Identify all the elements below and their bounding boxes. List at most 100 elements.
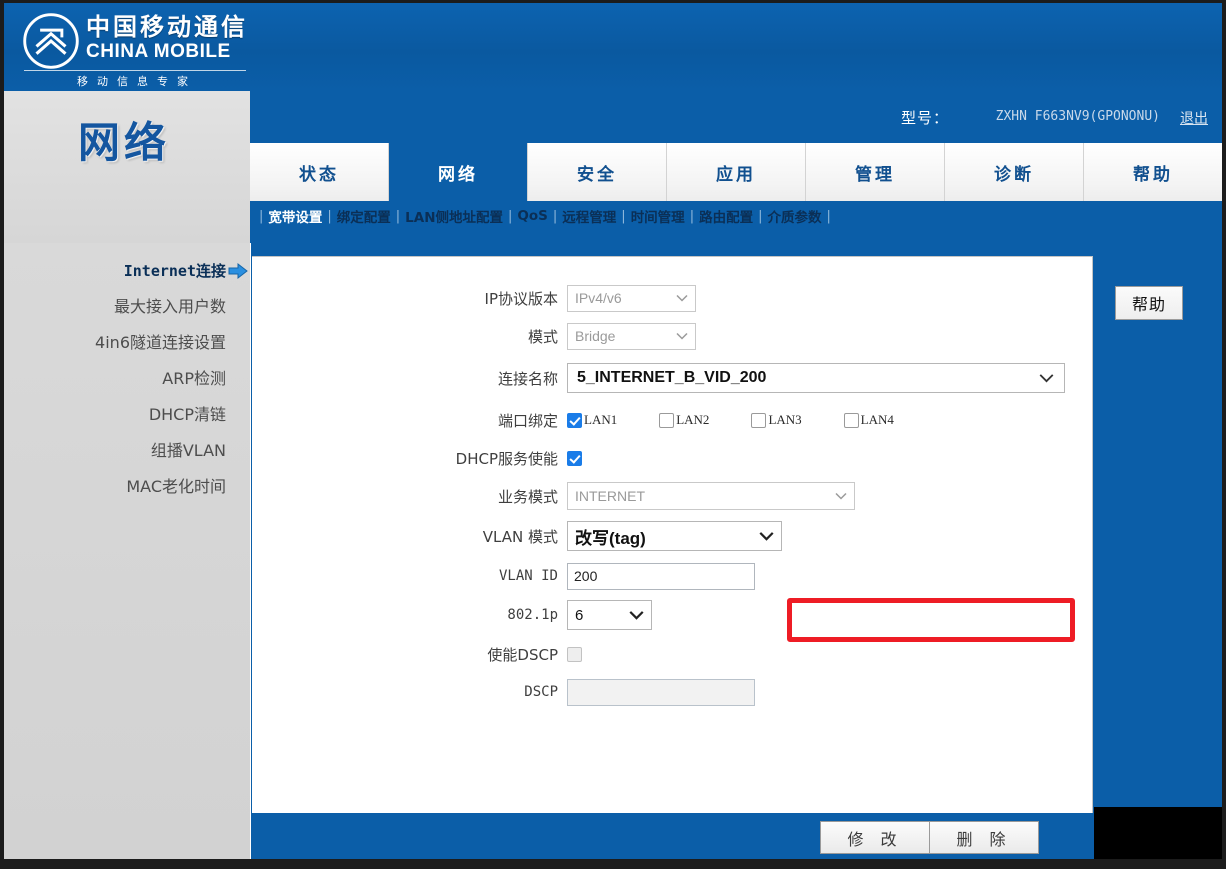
mode-value: Bridge (575, 328, 616, 344)
subnav-item-route-config[interactable]: 路由配置 (699, 206, 753, 226)
chevron-down-icon (676, 332, 688, 340)
logout-link[interactable]: 退出 (1180, 108, 1208, 128)
subnav-item-qos[interactable]: QoS (517, 208, 547, 224)
chevron-down-icon (1039, 374, 1054, 383)
sub-navigation: | 宽带设置 | 绑定配置 | LAN侧地址配置 | QoS | 远程管理 | … (250, 201, 1222, 231)
port-lan2-checkbox[interactable] (659, 412, 675, 428)
vlan-id-input[interactable]: 200 (567, 562, 755, 590)
tab-status[interactable]: 状态 (250, 143, 389, 201)
row-vlan-mode: VLAN 模式 改写(tag) (252, 515, 1092, 557)
ip-version-label: IP协议版本 (484, 289, 558, 308)
vlan-id-label: VLAN ID (498, 568, 558, 584)
enable-dscp-label: 使能DSCP (487, 645, 558, 664)
tab-diagnostics[interactable]: 诊断 (945, 143, 1084, 201)
row-dscp: DSCP (252, 673, 1092, 711)
connection-name-select[interactable]: 5_INTERNET_B_VID_200 (567, 363, 1065, 393)
tab-management[interactable]: 管理 (806, 143, 945, 201)
vlan-id-value: 200 (574, 568, 598, 584)
chevron-down-icon (759, 532, 774, 541)
port-lan3[interactable]: LAN3 (751, 412, 802, 428)
tab-network[interactable]: 网络 (389, 143, 528, 201)
brand-header: 中国移动通信 CHINA MOBILE 移动信息专家 (4, 3, 1222, 91)
internet-connection-form: IP协议版本 IPv4/v6 模式 Bridge 连接名称 5_INTERNET… (252, 257, 1092, 711)
service-mode-value: INTERNET (575, 488, 645, 504)
subnav-item-remote-management[interactable]: 远程管理 (562, 206, 616, 226)
navigation-band: 网络 型号： ZXHN F663NV9(GPONONU) 退出 状态 网络 安全… (4, 91, 1222, 243)
brand-logo-block: 中国移动通信 CHINA MOBILE 移动信息专家 (18, 7, 250, 89)
chevron-down-icon (676, 294, 688, 302)
row-connection-name: 连接名称 5_INTERNET_B_VID_200 (252, 355, 1092, 401)
port-lan4-checkbox[interactable] (843, 412, 859, 428)
enable-dscp-checkbox[interactable] (567, 646, 582, 662)
subnav-item-time-management[interactable]: 时间管理 (631, 206, 685, 226)
dhcp-service-checkbox[interactable] (567, 450, 582, 466)
subnav-item-lan-address[interactable]: LAN侧地址配置 (405, 206, 503, 226)
brand-name-cn: 中国移动通信 (86, 13, 248, 41)
delete-button[interactable]: 删 除 (930, 821, 1039, 854)
port-binding-group: LAN1 LAN2 LAN3 LAN4 (567, 412, 894, 428)
port-lan2[interactable]: LAN2 (659, 412, 709, 428)
subnav-item-binding[interactable]: 绑定配置 (337, 206, 391, 226)
vlan-mode-value: 改写(tag) (575, 528, 646, 548)
model-value: ZXHN F663NV9(GPONONU) (995, 109, 1160, 124)
subnav-item-media-params[interactable]: 介质参数 (767, 206, 821, 226)
brand-divider (24, 70, 246, 71)
ip-version-select[interactable]: IPv4/v6 (567, 284, 696, 312)
subnav-separator: | (758, 208, 763, 224)
settings-panel: IP协议版本 IPv4/v6 模式 Bridge 连接名称 5_INTERNET… (252, 256, 1093, 815)
sidebar-item-mac-aging-time[interactable]: MAC老化时间 (4, 469, 250, 505)
port-lan1[interactable]: LAN1 (567, 412, 617, 428)
port-lan1-checkbox[interactable] (567, 412, 582, 428)
vlan-mode-select[interactable]: 改写(tag) (567, 521, 782, 551)
port-lan3-checkbox[interactable] (751, 412, 767, 428)
tab-help[interactable]: 帮助 (1084, 143, 1222, 201)
sidebar-item-multicast-vlan[interactable]: 组播VLAN (4, 433, 250, 469)
dhcp-service-label: DHCP服务使能 (455, 449, 558, 468)
footer-button-row: 修 改 删 除 (820, 821, 1039, 854)
page-title-panel: 网络 (4, 91, 250, 243)
china-mobile-logo-icon (23, 13, 79, 69)
form-footer: 修 改 删 除 (252, 813, 1222, 859)
sidebar-item-dhcp-clear[interactable]: DHCP清链 (4, 397, 250, 433)
sidebar-item-internet-connection[interactable]: Internet连接 (4, 253, 250, 289)
dot1p-label: 802.1p (507, 607, 558, 623)
connection-name-label: 连接名称 (497, 369, 558, 388)
sidebar-item-4in6-tunnel[interactable]: 4in6隧道连接设置 (4, 325, 250, 361)
ip-version-value: IPv4/v6 (575, 290, 622, 306)
connection-name-value: 5_INTERNET_B_VID_200 (577, 369, 767, 386)
tab-security[interactable]: 安全 (528, 143, 667, 201)
brand-logo-text: 中国移动通信 CHINA MOBILE (86, 13, 248, 63)
modify-button[interactable]: 修 改 (820, 821, 930, 854)
dot1p-value: 6 (575, 606, 584, 624)
model-label: 型号： (900, 109, 949, 127)
main-content: IP协议版本 IPv4/v6 模式 Bridge 连接名称 5_INTERNET… (251, 243, 1222, 859)
port-lan4[interactable]: LAN4 (843, 412, 894, 428)
subnav-underline (250, 231, 1222, 243)
sidebar-item-label: Internet连接 (123, 262, 226, 280)
sidebar-item-max-users[interactable]: 最大接入用户数 (4, 289, 250, 325)
main-tabs: 状态 网络 安全 应用 管理 诊断 帮助 (250, 143, 1222, 201)
port-lan2-label: LAN2 (676, 412, 710, 427)
sidebar-item-arp-detection[interactable]: ARP检测 (4, 361, 250, 397)
service-mode-label: 业务模式 (497, 487, 558, 506)
subnav-separator: | (552, 208, 558, 224)
mode-select[interactable]: Bridge (567, 322, 696, 350)
vlan-mode-label: VLAN 模式 (482, 527, 558, 546)
tab-application[interactable]: 应用 (667, 143, 806, 201)
row-dhcp-service: DHCP服务使能 (252, 439, 1092, 477)
row-port-binding: 端口绑定 LAN1 LAN2 LAN3 LAN4 (252, 401, 1092, 439)
row-enable-dscp: 使能DSCP (252, 635, 1092, 673)
subnav-item-broadband[interactable]: 宽带设置 (268, 206, 322, 226)
dscp-label: DSCP (524, 684, 558, 700)
dscp-input[interactable] (567, 678, 755, 706)
help-panel: 帮助 (1093, 256, 1222, 813)
sidebar: Internet连接 最大接入用户数 4in6隧道连接设置 ARP检测 DHCP… (4, 243, 250, 859)
dot1p-select[interactable]: 6 (567, 600, 652, 630)
row-vlan-id: VLAN ID 200 (252, 557, 1092, 595)
subnav-separator: | (259, 208, 264, 224)
help-button[interactable]: 帮助 (1115, 286, 1183, 320)
page-title: 网络 (77, 118, 170, 167)
service-mode-select[interactable]: INTERNET (567, 482, 855, 510)
arrow-right-icon (228, 262, 248, 280)
mode-label: 模式 (527, 327, 558, 346)
